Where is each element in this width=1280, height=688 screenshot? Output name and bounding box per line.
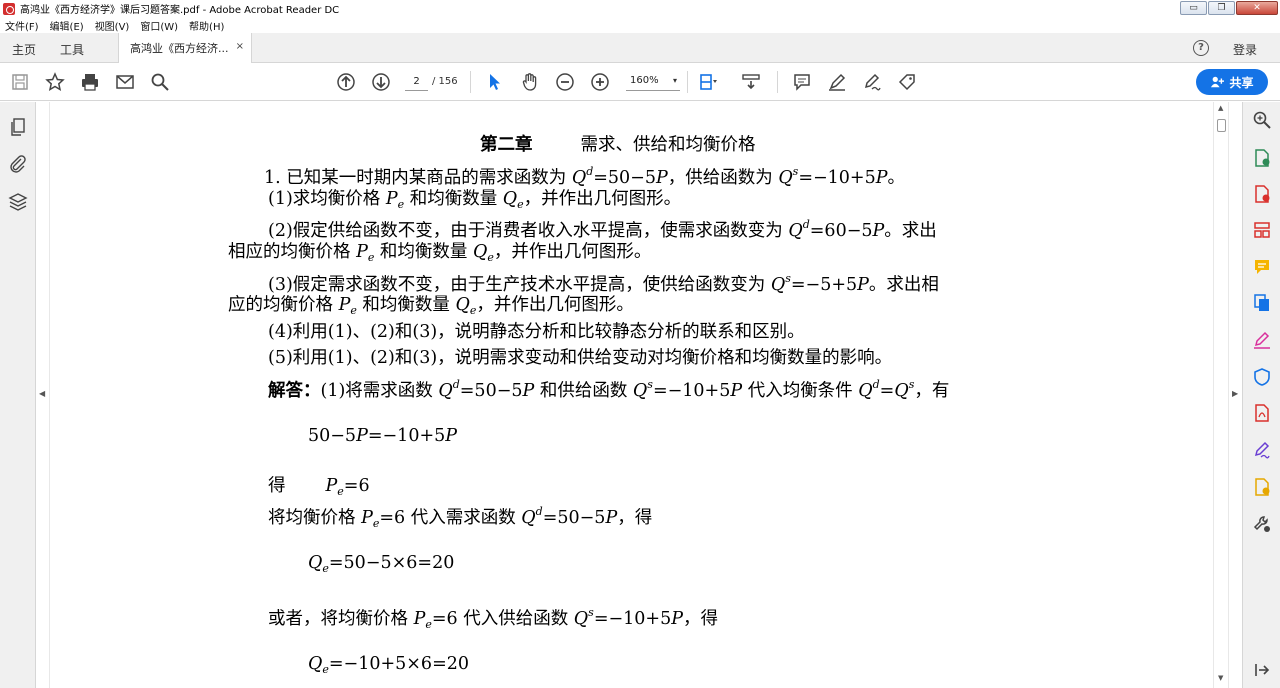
text-line: (5)利用(1)、(2)和(3)，说明需求变动和供给变动对均衡价格和均衡数量的影… bbox=[268, 348, 893, 368]
collapse-left-icon: ◀ bbox=[39, 389, 46, 398]
menu-file[interactable]: 文件(F) bbox=[5, 18, 39, 33]
right-tools-pane bbox=[1242, 102, 1280, 688]
scroll-mode-icon[interactable] bbox=[740, 71, 762, 93]
share-button-label: 共享 bbox=[1229, 75, 1254, 90]
page-total: / 156 bbox=[432, 76, 458, 87]
previous-page-icon[interactable] bbox=[335, 71, 357, 93]
help-icon[interactable]: ? bbox=[1193, 40, 1209, 56]
text-line: 1. 已知某一时期内某商品的需求函数为 Qd=50−5P，供给函数为 Qs=−1… bbox=[264, 165, 906, 188]
pdf-document-icon[interactable] bbox=[1252, 403, 1272, 423]
zoom-out-icon[interactable] bbox=[554, 71, 576, 93]
zoom-level-select[interactable]: 160% ▾ bbox=[626, 73, 680, 91]
text-line: (1)求均衡价格 Pe 和均衡数量 Qe，并作出几何图形。 bbox=[268, 189, 682, 211]
text-line: 相应的均衡价格 Pe 和均衡数量 Qe，并作出几何图形。 bbox=[228, 242, 652, 264]
hand-tool-icon[interactable] bbox=[519, 71, 541, 93]
email-icon[interactable] bbox=[114, 71, 136, 93]
scrollbar-thumb[interactable] bbox=[1217, 119, 1226, 132]
text-line: 应的均衡价格 Pe 和均衡数量 Qe，并作出几何图形。 bbox=[228, 295, 634, 317]
window-title: 高鸿业《西方经济学》课后习题答案.pdf - Adobe Acrobat Rea… bbox=[20, 5, 340, 16]
highlight-pen-icon[interactable] bbox=[826, 71, 848, 93]
organize-pages-icon[interactable] bbox=[1252, 220, 1272, 240]
vertical-scrollbar[interactable]: ▲ ▼ bbox=[1213, 102, 1228, 688]
chapter-heading: 第二章 需求、供给和均衡价格 bbox=[480, 134, 756, 156]
tab-bar: 主页 工具 高鸿业《西方经济... × bbox=[0, 33, 1280, 63]
text-line: (4)利用(1)、(2)和(3)，说明静态分析和比较静态分析的联系和区别。 bbox=[268, 322, 805, 342]
pdf-page: 第二章 需求、供给和均衡价格 1. 已知某一时期内某商品的需求函数为 Qd=50−… bbox=[51, 102, 1213, 688]
send-for-signature-icon[interactable] bbox=[1252, 440, 1272, 460]
login-link[interactable]: 登录 bbox=[1233, 41, 1257, 58]
text-line: (2)假定供给函数不变，由于消费者收入水平提高，使需求函数变为 Qd=60−5P… bbox=[268, 218, 937, 241]
title-bar: 高鸿业《西方经济学》课后习题答案.pdf - Adobe Acrobat Rea… bbox=[0, 0, 1280, 17]
scroll-down-arrow-icon[interactable]: ▼ bbox=[1218, 674, 1223, 682]
left-pane-toggle[interactable]: ◀ bbox=[36, 102, 50, 688]
save-icon[interactable] bbox=[9, 71, 31, 93]
window-controls: ▭ ❐ ✕ bbox=[1180, 1, 1278, 15]
text-line: (3)假定需求函数不变，由于生产技术水平提高，使供给函数变为 Qs=−5+5P。… bbox=[268, 272, 939, 295]
fill-sign-icon[interactable] bbox=[896, 71, 918, 93]
page-number-input[interactable] bbox=[405, 73, 428, 91]
text-line: 得 Pe=6 bbox=[268, 476, 370, 498]
comment-icon[interactable] bbox=[791, 71, 813, 93]
text-line: 解答：(1)将需求函数 Qd=50−5P 和供给函数 Qs=−10+5P 代入均… bbox=[268, 378, 950, 401]
fill-sign-tool-icon[interactable] bbox=[1252, 330, 1272, 350]
acrobat-app-icon bbox=[3, 2, 15, 15]
tab-document[interactable]: 高鸿业《西方经济... × bbox=[118, 33, 252, 63]
collapse-right-icon: ▶ bbox=[1232, 389, 1239, 398]
create-pdf-icon[interactable] bbox=[1252, 184, 1272, 204]
search-icon[interactable] bbox=[149, 71, 171, 93]
toolbar-divider bbox=[470, 71, 471, 93]
equation-line: Qe=−10+5×6=20 bbox=[308, 654, 469, 676]
close-window-button[interactable]: ✕ bbox=[1236, 1, 1278, 15]
print-icon[interactable] bbox=[79, 71, 101, 93]
next-page-icon[interactable] bbox=[370, 71, 392, 93]
export-pdf-icon[interactable] bbox=[1252, 148, 1272, 168]
share-button[interactable]: 共享 bbox=[1196, 69, 1268, 95]
document-tab-label: 高鸿业《西方经济... bbox=[130, 42, 229, 55]
layers-icon[interactable] bbox=[8, 192, 28, 212]
minimize-button[interactable]: ▭ bbox=[1180, 1, 1207, 15]
equation-line: 50−5P=−10+5P bbox=[308, 426, 458, 446]
zoom-search-icon[interactable] bbox=[1252, 110, 1272, 130]
send-track-icon[interactable] bbox=[1252, 477, 1272, 497]
equation-line: Qe=50−5×6=20 bbox=[308, 553, 455, 575]
menu-edit[interactable]: 编辑(E) bbox=[50, 18, 84, 33]
right-pane-toggle[interactable]: ▶ bbox=[1228, 102, 1242, 688]
text-line: 将均衡价格 Pe=6 代入需求函数 Qd=50−5P，得 bbox=[268, 505, 653, 530]
menu-window[interactable]: 窗口(W) bbox=[140, 18, 178, 33]
menu-bar: 文件(F) 编辑(E) 视图(V) 窗口(W) 帮助(H) bbox=[0, 17, 1280, 33]
share-person-icon bbox=[1211, 76, 1225, 88]
comment-tool-icon[interactable] bbox=[1252, 257, 1272, 277]
maximize-button[interactable]: ❐ bbox=[1208, 1, 1235, 15]
menu-view[interactable]: 视图(V) bbox=[95, 18, 130, 33]
select-cursor-icon[interactable] bbox=[484, 71, 506, 93]
page-thumbnails-icon[interactable] bbox=[8, 117, 28, 137]
page-display-icon[interactable] bbox=[697, 71, 719, 93]
tab-home[interactable]: 主页 bbox=[12, 41, 36, 58]
text-line: 或者，将均衡价格 Pe=6 代入供给函数 Qs=−10+5P，得 bbox=[268, 606, 718, 631]
toolbar: / 156 160% ▾ 共享 bbox=[0, 63, 1280, 101]
zoom-caret-icon: ▾ bbox=[672, 76, 677, 85]
close-tab-icon[interactable]: × bbox=[236, 41, 244, 52]
menu-help[interactable]: 帮助(H) bbox=[189, 18, 224, 33]
tab-tools[interactable]: 工具 bbox=[60, 41, 84, 58]
protect-shield-icon[interactable] bbox=[1252, 367, 1272, 387]
scroll-up-arrow-icon[interactable]: ▲ bbox=[1218, 104, 1223, 112]
zoom-level-value: 160% bbox=[630, 75, 659, 86]
more-tools-icon[interactable] bbox=[1252, 514, 1272, 534]
left-navigation-pane bbox=[0, 102, 36, 688]
bookmark-star-icon[interactable] bbox=[44, 71, 66, 93]
chapter-title: 第二章 bbox=[480, 135, 533, 155]
zoom-in-icon[interactable] bbox=[589, 71, 611, 93]
combine-files-icon[interactable] bbox=[1252, 293, 1272, 313]
document-view[interactable]: 第二章 需求、供给和均衡价格 1. 已知某一时期内某商品的需求函数为 Qd=50−… bbox=[51, 102, 1213, 688]
chapter-subtitle: 需求、供给和均衡价格 bbox=[580, 135, 756, 155]
collapse-tools-pane-icon[interactable] bbox=[1252, 660, 1272, 680]
toolbar-divider bbox=[777, 71, 778, 93]
attachments-paperclip-icon[interactable] bbox=[8, 154, 28, 174]
toolbar-divider bbox=[687, 71, 688, 93]
sign-pen-icon[interactable] bbox=[861, 71, 883, 93]
